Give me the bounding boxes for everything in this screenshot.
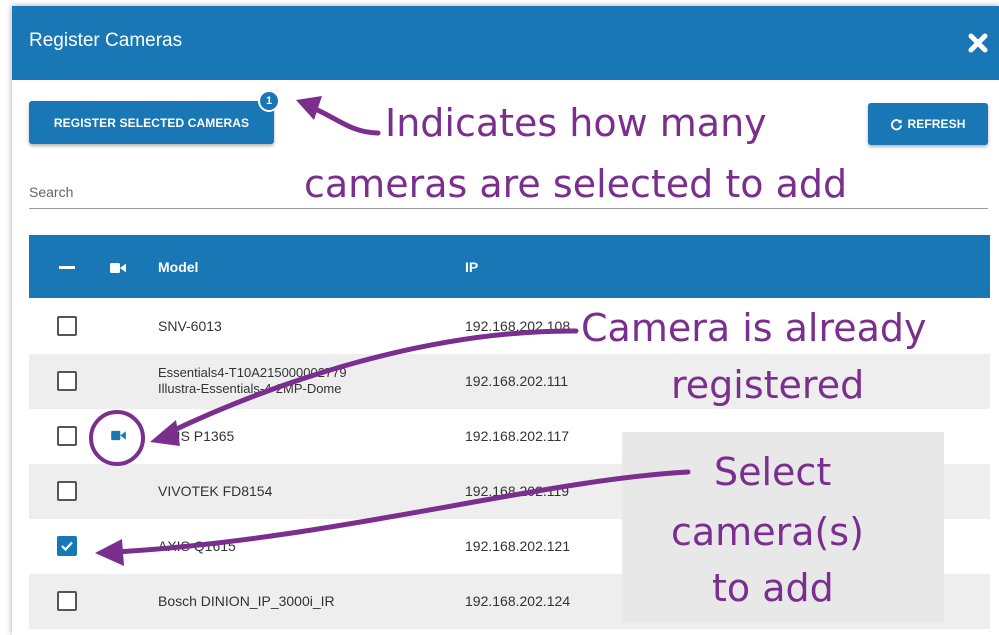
select-note-line1: Select [714,450,832,494]
registered-note-line1: Camera is already [581,306,927,350]
refresh-icon [891,118,903,130]
row-model: Bosch DINION_IP_3000i_IR [158,593,335,609]
refresh-button[interactable]: REFRESH [868,103,988,145]
register-selected-cameras-button[interactable]: REGISTER SELECTED CAMERAS [29,101,274,144]
badge-note-line2: cameras are selected to add [300,162,852,206]
row-checkbox[interactable] [57,426,77,446]
row-checkbox[interactable] [57,316,77,336]
table-header: Model IP [29,235,990,298]
row-ip: 192.168.202.111 [465,373,569,389]
row-ip: 192.168.202.119 [465,483,570,499]
registered-camera-icon [111,430,126,441]
register-selected-cameras-label: REGISTER SELECTED CAMERAS [53,115,250,130]
row-ip: 192.168.202.117 [465,428,570,444]
selected-count-badge: 1 [258,90,280,112]
select-all-toggle[interactable] [57,257,77,277]
row-ip: 192.168.202.121 [465,538,571,554]
dialog-titlebar: Register Cameras [12,6,999,80]
search-input[interactable] [29,208,988,209]
row-model: Essentials4-T10A215000002779 [158,365,347,380]
registered-note-line2: registered [667,363,869,407]
checkmark-icon [61,541,73,552]
video-camera-icon [110,263,126,273]
row-model: AXIS P1365 [158,428,235,444]
row-model: AXIS Q1615 [158,538,236,554]
dialog-title: Register Cameras [29,30,183,51]
row-ip: 192.168.202.108 [465,318,571,334]
column-header-model[interactable]: Model [158,259,198,275]
row-checkbox[interactable] [57,591,77,611]
select-note-line2: camera(s) [671,510,864,554]
row-checkbox-checked[interactable] [57,536,77,556]
search-input-label: Search [29,184,74,200]
select-note-line3: to add [712,566,834,610]
row-model: VIVOTEK FD8154 [158,483,273,499]
row-model: SNV-6013 [158,318,222,334]
row-model-line2: Illustra-Essentials-4-2MP-Dome [158,381,342,396]
row-checkbox[interactable] [57,371,77,391]
close-icon[interactable] [967,32,989,54]
refresh-label: REFRESH [907,117,966,131]
row-ip: 192.168.202.124 [465,593,571,609]
minus-icon [59,266,75,269]
row-checkbox[interactable] [57,481,77,501]
column-header-ip[interactable]: IP [465,259,478,275]
badge-note-line1: Indicates how many [383,101,773,145]
